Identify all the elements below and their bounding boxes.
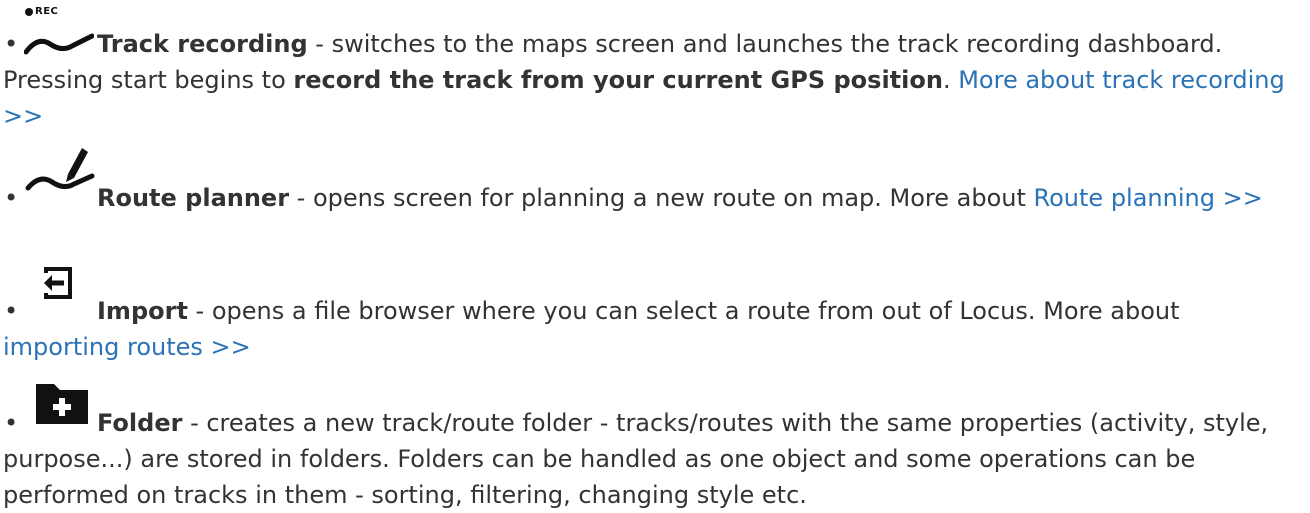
item-text: Import - opens a file browser where you … xyxy=(3,293,1303,365)
item-title: Import xyxy=(97,297,188,325)
item-punct: . xyxy=(942,66,959,94)
item-title: Track recording xyxy=(97,30,308,58)
item-title: Folder xyxy=(97,409,183,437)
item-emphasis: record the track from your current GPS p… xyxy=(293,66,943,94)
rec-badge-label: REC xyxy=(35,6,59,17)
item-text: Track recording - switches to the maps s… xyxy=(3,26,1303,134)
rec-badge: REC xyxy=(25,4,58,19)
rec-dot-icon xyxy=(25,8,33,16)
item-title: Route planner xyxy=(97,184,290,212)
item-description: - opens a file browser where you can sel… xyxy=(187,297,1180,325)
item-text: Route planner - opens screen for plannin… xyxy=(3,180,1303,216)
link-importing-routes[interactable]: importing routes >> xyxy=(3,333,251,361)
item-text: Folder - creates a new track/route folde… xyxy=(3,405,1303,513)
item-description: - creates a new track/route folder - tra… xyxy=(3,409,1269,509)
item-description: - opens screen for planning a new route … xyxy=(289,184,1034,212)
link-route-planning[interactable]: Route planning >> xyxy=(1034,184,1263,212)
